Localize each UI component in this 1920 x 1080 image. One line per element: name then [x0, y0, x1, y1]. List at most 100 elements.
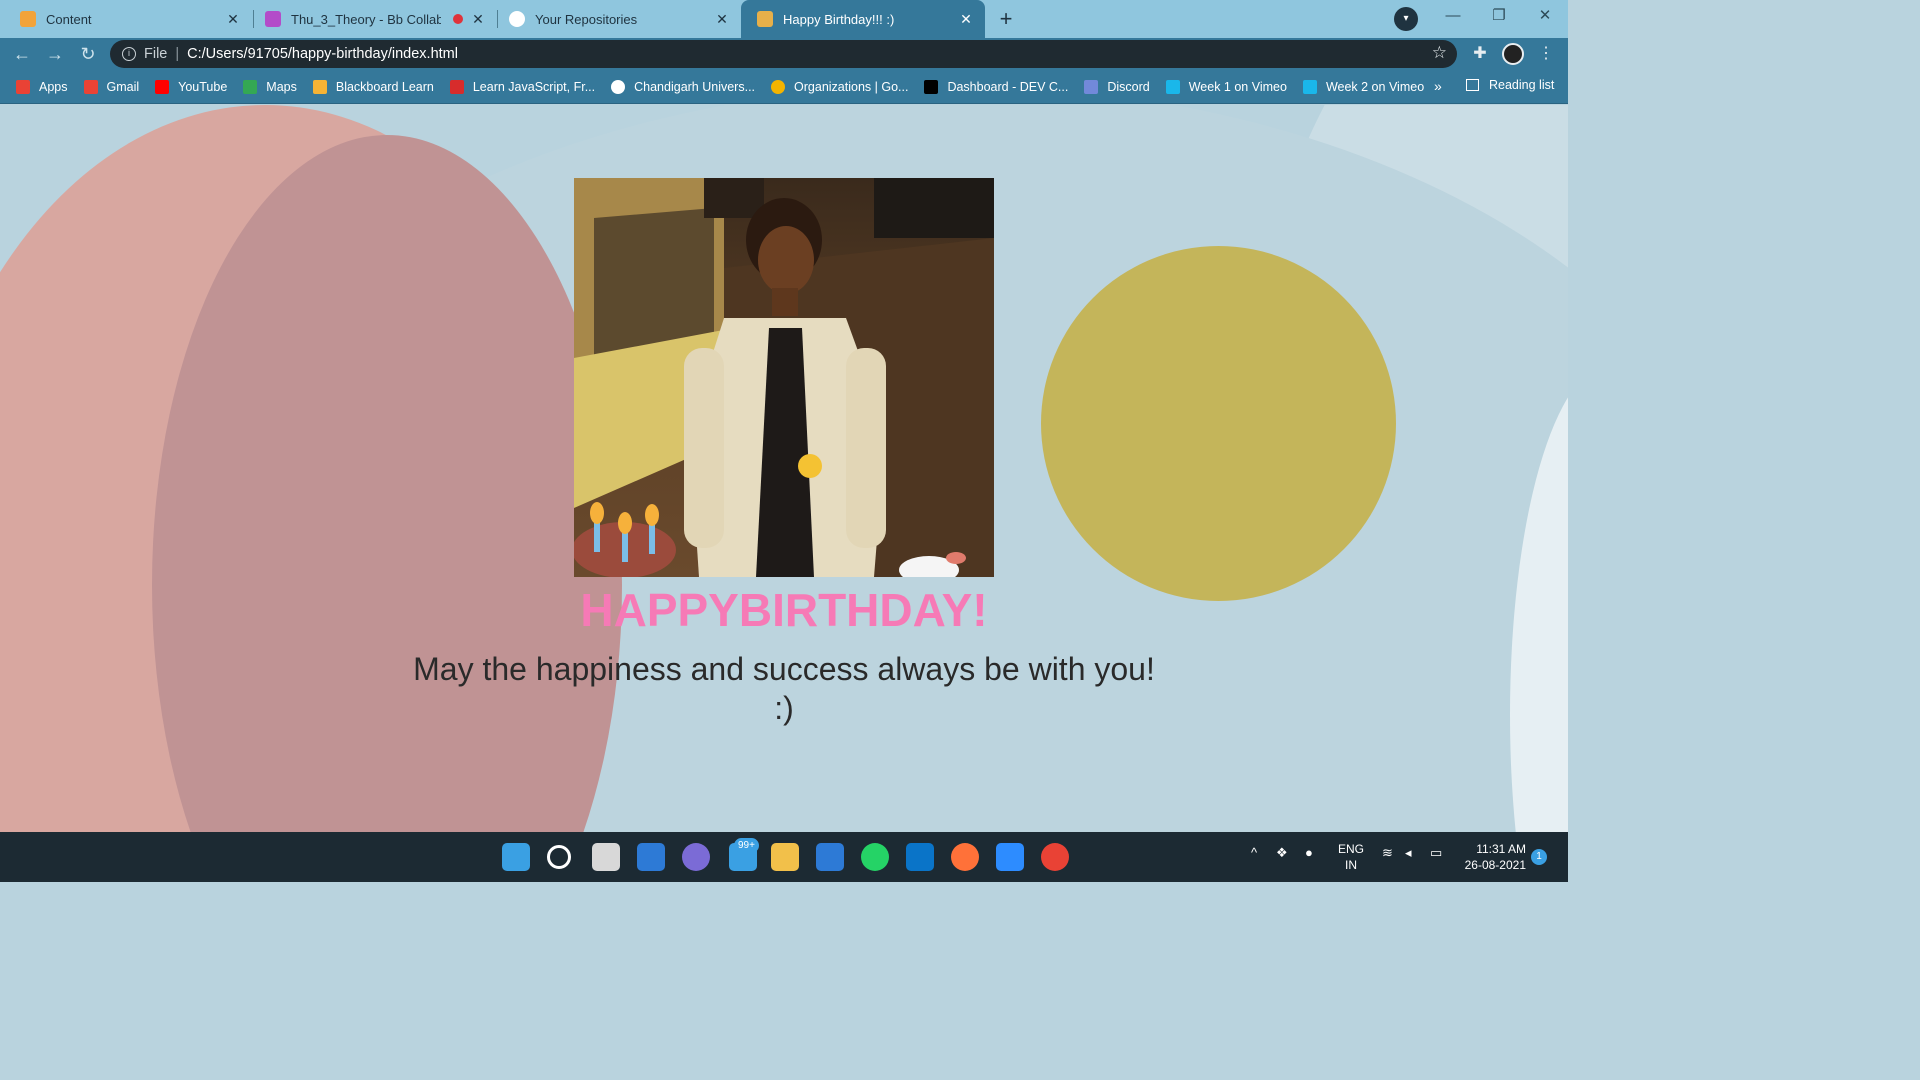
tab-happy-birthday[interactable]: Happy Birthday!!! :) ✕	[741, 0, 985, 38]
bookmark-label: YouTube	[178, 79, 228, 94]
info-icon[interactable]: i	[122, 47, 136, 61]
bookmark-discord[interactable]: Discord	[1084, 79, 1150, 94]
microphone-icon[interactable]: ●	[1305, 845, 1313, 860]
vimeo-icon	[1165, 79, 1180, 94]
tab-bb-collaborate[interactable]: Thu_3_Theory - Bb Collabora ✕	[245, 0, 497, 38]
recording-icon	[453, 14, 463, 24]
bookmark-youtube[interactable]: YouTube	[155, 79, 228, 94]
tab-title: Happy Birthday!!! :)	[783, 11, 895, 27]
battery-icon[interactable]: ▭	[1430, 845, 1442, 861]
reading-list-button[interactable]: Reading list	[1466, 78, 1554, 92]
start-icon[interactable]	[502, 843, 530, 871]
vscode-icon[interactable]	[906, 843, 934, 871]
scheme-label: File	[144, 46, 168, 62]
volume-icon[interactable]: ◂	[1405, 845, 1412, 861]
profile-avatar[interactable]	[1502, 43, 1524, 65]
browser-toolbar: ← → ↻ i File | C:/Users/91705/happy-birt…	[0, 38, 1568, 70]
chat-icon[interactable]	[682, 843, 710, 871]
maps-icon	[243, 79, 258, 94]
language-indicator[interactable]: ENG IN	[1336, 841, 1366, 873]
dev-icon	[924, 79, 939, 94]
bookmark-label: Blackboard Learn	[335, 79, 434, 94]
page-content: HAPPYBIRTHDAY! May the happiness and suc…	[0, 105, 1568, 832]
tab-strip: Content ✕ Thu_3_Theory - Bb Collabora ✕ …	[0, 0, 1568, 38]
tab-content[interactable]: Content ✕	[0, 0, 252, 38]
divider: |	[175, 46, 180, 62]
tab-title: Your Repositories	[535, 11, 638, 27]
gmail-icon	[83, 79, 98, 94]
chrome-icon[interactable]	[1041, 843, 1069, 871]
bookmark-apps[interactable]: Apps	[16, 79, 68, 94]
search-icon[interactable]	[547, 845, 571, 869]
gold-circle	[1041, 246, 1396, 601]
learn-js-icon	[449, 79, 464, 94]
bookmark-label: Chandigarh Univers...	[634, 79, 756, 94]
birthday-photo	[574, 178, 994, 577]
task-view-icon[interactable]	[592, 843, 620, 871]
bookmarks-bar: Apps Gmail YouTube Maps Blackboard Learn…	[0, 70, 1568, 104]
bookmark-week2-vimeo[interactable]: Week 2 on Vimeo	[1302, 79, 1425, 94]
dropbox-icon[interactable]: ❖	[1276, 845, 1288, 861]
tab-search-icon[interactable]: ▾	[1394, 7, 1418, 31]
bookmarks-overflow-button[interactable]: »	[1434, 78, 1442, 94]
github-icon	[509, 11, 525, 27]
reload-icon[interactable]: ↻	[76, 42, 100, 66]
close-tab-icon[interactable]: ✕	[469, 10, 487, 28]
bookmark-gmail[interactable]: Gmail	[83, 79, 139, 94]
apps-grid-icon	[16, 79, 30, 94]
zoom-icon[interactable]	[996, 843, 1024, 871]
tray-overflow-icon[interactable]: ^	[1251, 845, 1257, 860]
bookmark-learn-js[interactable]: Learn JavaScript, Fr...	[449, 79, 596, 94]
file-explorer-icon[interactable]	[771, 843, 799, 871]
notification-center-icon[interactable]: 1	[1531, 849, 1547, 865]
bookmark-label: Week 1 on Vimeo	[1188, 79, 1287, 94]
new-tab-button[interactable]: +	[992, 5, 1020, 33]
clock[interactable]: 11:31 AM 26-08-2021	[1458, 841, 1526, 873]
back-icon[interactable]: ←	[10, 42, 34, 66]
bookmark-star-icon[interactable]: ☆	[1432, 43, 1447, 63]
bookmark-maps[interactable]: Maps	[243, 79, 297, 94]
content-favicon-icon	[20, 11, 36, 27]
tab-repositories[interactable]: Your Repositories ✕	[489, 0, 741, 38]
reading-list-icon	[1466, 79, 1479, 91]
bookmark-label: Week 2 on Vimeo	[1325, 79, 1425, 94]
bookmark-chandigarh[interactable]: Chandigarh Univers...	[611, 79, 756, 94]
bookmark-label: Maps	[266, 79, 297, 94]
close-window-button[interactable]: ✕	[1522, 0, 1568, 34]
bookmark-week1-vimeo[interactable]: Week 1 on Vimeo	[1165, 79, 1287, 94]
close-tab-icon[interactable]: ✕	[957, 10, 975, 28]
taskbar: 99+ ^ ❖ ● ENG IN ≋ ◂ ▭ 11:31 AM 26-08-20…	[0, 832, 1568, 882]
language-code: ENG	[1337, 842, 1364, 856]
url-text[interactable]: C:/Users/91705/happy-birthday/index.html	[187, 46, 458, 62]
restore-button[interactable]: ❐	[1476, 0, 1522, 34]
discord-icon	[1084, 79, 1099, 94]
address-bar[interactable]: i File | C:/Users/91705/happy-birthday/i…	[110, 40, 1457, 68]
widgets-icon[interactable]	[637, 843, 665, 871]
minimize-button[interactable]: —	[1430, 0, 1476, 34]
youtube-icon	[155, 79, 170, 94]
menu-kebab-icon[interactable]: ⋮	[1536, 44, 1556, 64]
bookmark-organizations[interactable]: Organizations | Go...	[771, 79, 909, 94]
forward-icon[interactable]: →	[43, 42, 67, 66]
whatsapp-icon[interactable]	[861, 843, 889, 871]
mail-icon[interactable]	[816, 843, 844, 871]
reading-list-label: Reading list	[1489, 78, 1555, 92]
region-code: IN	[1345, 858, 1357, 872]
bookmark-blackboard[interactable]: Blackboard Learn	[312, 79, 434, 94]
bookmark-label: Organizations | Go...	[794, 79, 909, 94]
extensions-icon[interactable]: ✚	[1470, 44, 1490, 64]
bookmark-label: Discord	[1107, 79, 1150, 94]
organizations-icon	[771, 79, 786, 94]
clock-time: 11:31 AM	[1476, 842, 1526, 856]
close-tab-icon[interactable]: ✕	[224, 10, 242, 28]
close-tab-icon[interactable]: ✕	[713, 10, 731, 28]
wifi-icon[interactable]: ≋	[1382, 845, 1393, 861]
bookmark-label: Apps	[39, 79, 68, 94]
vimeo-icon	[1302, 79, 1317, 94]
headline: HAPPYBIRTHDAY!	[580, 584, 988, 636]
clock-date: 26-08-2021	[1464, 858, 1526, 872]
firefox-icon[interactable]	[951, 843, 979, 871]
bookmark-dev[interactable]: Dashboard - DEV C...	[924, 79, 1068, 94]
birthday-message: May the happiness and success always be …	[413, 651, 1155, 726]
bookmark-label: Learn JavaScript, Fr...	[472, 79, 596, 94]
